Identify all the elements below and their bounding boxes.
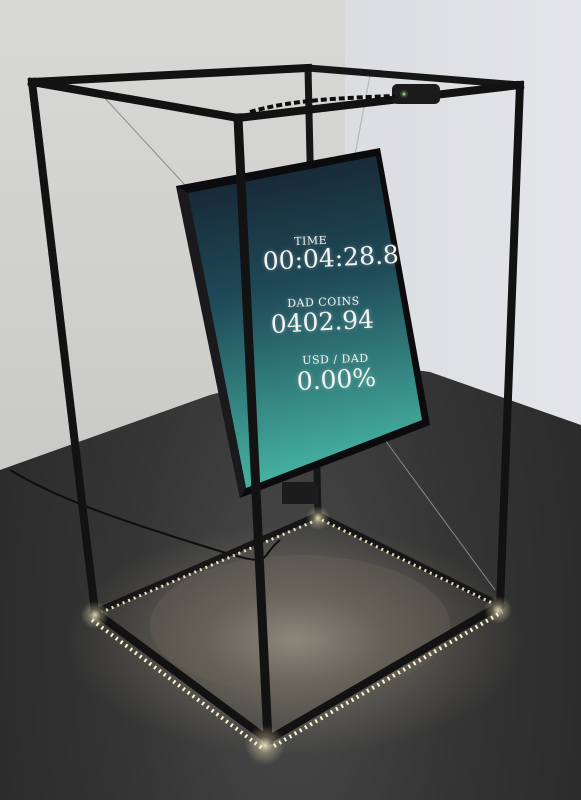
led-corner-glow-front bbox=[245, 725, 285, 765]
led-corner-glow-back bbox=[306, 506, 330, 530]
sculpture-graphic bbox=[9, 63, 525, 765]
installation-scene: TIME 00:04:28.8 DAD COINS 0402.94 USD / … bbox=[0, 0, 581, 800]
led-corner-glow-right bbox=[484, 596, 512, 624]
monitor-mount bbox=[282, 482, 318, 504]
led-corner-glow-left bbox=[81, 601, 109, 629]
floor-light-glow-center bbox=[150, 555, 450, 695]
support-wire-top bbox=[354, 74, 371, 156]
monitor bbox=[176, 148, 430, 504]
webcam bbox=[392, 84, 440, 104]
